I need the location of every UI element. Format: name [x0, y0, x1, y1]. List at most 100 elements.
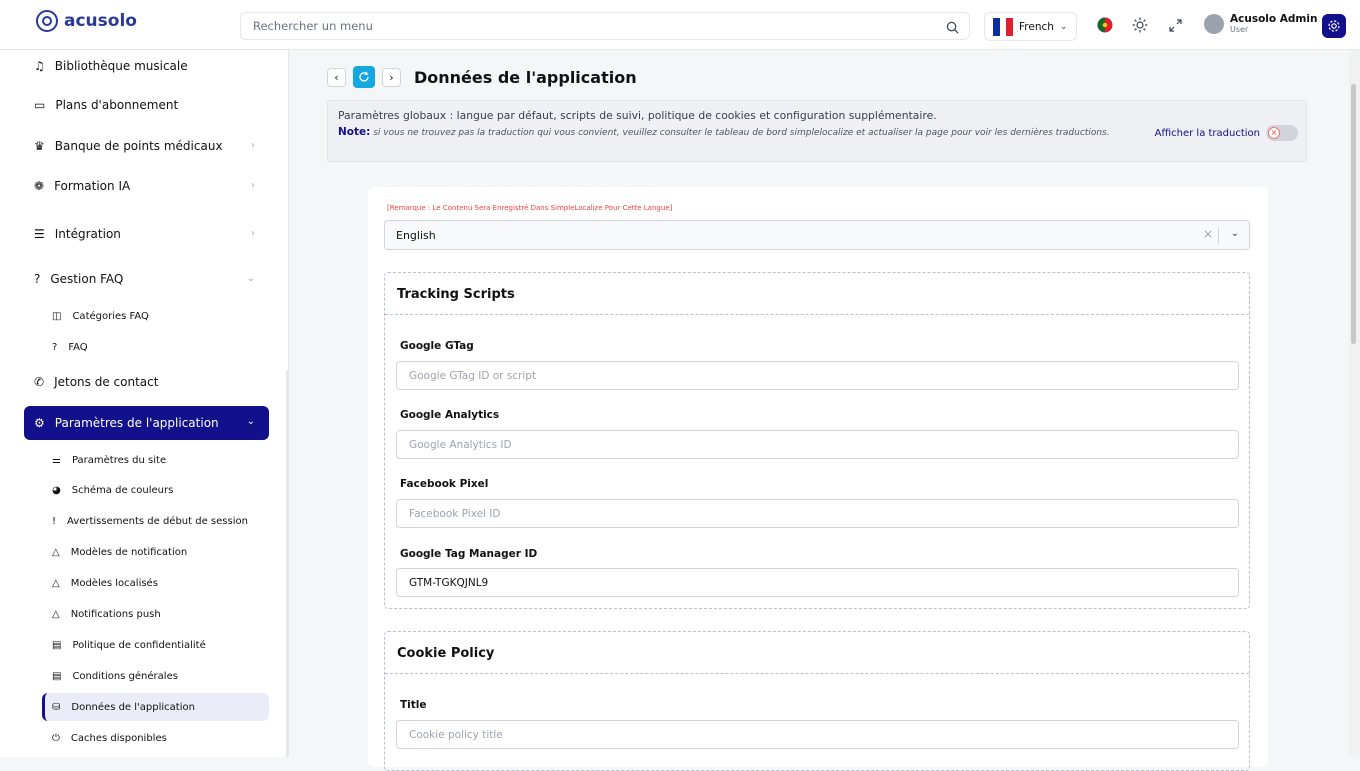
- gtm-input[interactable]: GTM-TGKQJNL9: [396, 568, 1239, 597]
- note-label: Note:: [338, 126, 371, 138]
- page-header: ‹ › Données de l'application: [327, 66, 637, 88]
- chevron-down-icon: ⌄: [246, 273, 255, 284]
- sidebar-item-app-settings[interactable]: ⚙ Paramètres de l'application ⌄: [24, 406, 269, 440]
- tracking-scripts-heading: Tracking Scripts: [385, 273, 1249, 315]
- settings-button[interactable]: [1322, 14, 1346, 38]
- chevron-down-icon: ⌄: [246, 416, 255, 427]
- logo-text: acusolo: [64, 11, 137, 31]
- sidebar-item-subscription-plans[interactable]: ▭ Plans d'abonnement: [24, 89, 269, 121]
- search-icon[interactable]: [946, 19, 959, 38]
- category-icon: ◫: [52, 310, 62, 322]
- document-icon: ▤: [52, 670, 62, 682]
- remark-text: [Remarque : Le Contenu Sera Enregistré D…: [387, 204, 673, 212]
- note-body: si vous ne trouvez pas la traduction qui…: [373, 128, 1110, 138]
- document-icon: ▤: [52, 639, 62, 651]
- chevron-right-icon: ›: [251, 180, 255, 191]
- portugal-flag-icon[interactable]: [1096, 16, 1114, 34]
- sidebar-item-medical-points[interactable]: ♛ Banque de points médicaux ›: [24, 130, 269, 162]
- translation-toggle[interactable]: ×: [1266, 125, 1298, 141]
- chevron-right-icon: ›: [389, 70, 394, 84]
- alert-bubble-icon: !: [52, 515, 57, 527]
- sliders-icon: ☰: [34, 227, 45, 241]
- question-circle-icon: ?: [34, 272, 41, 286]
- clear-icon[interactable]: ×: [1203, 227, 1213, 241]
- sidebar-item-faq[interactable]: ? FAQ: [42, 333, 269, 361]
- sidebar-item-label: Banque de points médicaux: [54, 139, 223, 153]
- language-selector[interactable]: French ⌄: [984, 12, 1077, 41]
- sidebar-item-caches[interactable]: ⏻ Caches disponibles: [42, 724, 269, 752]
- sidebar-item-label: Données de l'application: [71, 701, 195, 713]
- language-label: French: [1019, 20, 1054, 33]
- gear-icon: ⚙: [34, 416, 45, 430]
- sidebar-item-label: Notifications push: [70, 608, 161, 620]
- refresh-button[interactable]: [353, 66, 375, 88]
- fullscreen-icon[interactable]: [1166, 16, 1184, 34]
- sidebar-item-session-warnings[interactable]: ! Avertissements de début de session: [42, 507, 269, 535]
- sidebar-item-label: FAQ: [68, 341, 88, 353]
- chevron-down-icon[interactable]: ⌄: [1231, 228, 1239, 239]
- chevron-down-icon: ⌄: [1059, 21, 1068, 32]
- scrollbar-thumb[interactable]: [1351, 84, 1356, 344]
- avatar: [1204, 14, 1224, 34]
- sidebar-item-app-data[interactable]: ⛁ Données de l'application: [42, 693, 269, 721]
- facebook-pixel-input[interactable]: Facebook Pixel ID: [396, 499, 1239, 528]
- search-bar[interactable]: Rechercher un menu: [240, 12, 970, 40]
- cookie-title-input[interactable]: Cookie policy title: [396, 720, 1239, 749]
- gtm-label: Google Tag Manager ID: [400, 548, 538, 560]
- settings-card: [Remarque : Le Contenu Sera Enregistré D…: [368, 187, 1268, 771]
- phone-icon: ✆: [34, 375, 45, 389]
- sidebar-item-label: Intégration: [54, 227, 121, 241]
- sidebar-item-localized-templates[interactable]: △ Modèles localisés: [42, 569, 269, 597]
- sidebar-item-push-notifications[interactable]: △ Notifications push: [42, 600, 269, 628]
- main-content: ‹ › Données de l'application Paramètres …: [289, 50, 1349, 771]
- sidebar-item-faq-categories[interactable]: ◫ Catégories FAQ: [42, 302, 269, 330]
- logo[interactable]: acusolo: [36, 10, 137, 32]
- user-name: Acusolo Admin: [1230, 13, 1318, 25]
- sidebar-item-notification-templates[interactable]: △ Modèles de notification: [42, 538, 269, 566]
- notice-text: Paramètres globaux : langue par défaut, …: [338, 109, 937, 122]
- sidebar-item-terms[interactable]: ▤ Conditions générales: [42, 662, 269, 690]
- gtag-label: Google GTag: [400, 340, 474, 352]
- sun-icon[interactable]: [1131, 16, 1149, 34]
- sidebar-item-label: Formation IA: [54, 179, 131, 193]
- gear-icon: [1328, 20, 1340, 32]
- logo-icon: [36, 10, 58, 32]
- sidebar: ♫ Bibliothèque musicale ▭ Plans d'abonneme…: [0, 50, 289, 757]
- sidebar-item-label: Plans d'abonnement: [55, 98, 179, 112]
- forward-button[interactable]: ›: [382, 67, 401, 87]
- analytics-input[interactable]: Google Analytics ID: [396, 430, 1239, 459]
- sidebar-item-faq-management[interactable]: ? Gestion FAQ ⌄: [24, 263, 269, 295]
- sidebar-item-site-settings[interactable]: ⚌ Paramètres du site: [42, 446, 269, 474]
- ticket-icon: ▭: [34, 98, 46, 112]
- sidebar-item-label: Jetons de contact: [54, 375, 159, 389]
- analytics-label: Google Analytics: [400, 409, 500, 421]
- show-translation-label: Afficher la traduction: [1154, 127, 1260, 139]
- back-button[interactable]: ‹: [327, 67, 346, 87]
- sidebar-item-label: Catégories FAQ: [72, 310, 149, 322]
- question-circle-icon: ?: [52, 341, 58, 353]
- brain-icon: ❁: [34, 179, 45, 193]
- sidebar-item-contact-tokens[interactable]: ✆ Jetons de contact: [24, 366, 269, 398]
- page-scrollbar[interactable]: [1349, 50, 1360, 757]
- sidebar-item-color-scheme[interactable]: ◕ Schéma de couleurs: [42, 476, 269, 504]
- language-select-value: English: [396, 229, 436, 242]
- power-icon: ⏻: [52, 732, 60, 744]
- toggles-icon: ⚌: [52, 454, 61, 466]
- sidebar-item-ai-training[interactable]: ❁ Formation IA ›: [24, 170, 269, 202]
- gtag-input[interactable]: Google GTag ID or script: [396, 361, 1239, 390]
- sidebar-item-label: Gestion FAQ: [50, 272, 124, 286]
- language-select[interactable]: English × ⌄: [384, 220, 1250, 250]
- sidebar-item-music-library[interactable]: ♫ Bibliothèque musicale: [24, 50, 269, 82]
- chevron-right-icon: ›: [251, 140, 255, 151]
- bell-icon: △: [52, 577, 60, 589]
- user-menu[interactable]: Acusolo Admin User: [1204, 14, 1317, 34]
- sidebar-item-privacy-policy[interactable]: ▤ Politique de confidentialité: [42, 631, 269, 659]
- chevron-left-icon: ‹: [334, 70, 339, 84]
- bell-icon: △: [52, 546, 60, 558]
- database-icon: ⛁: [52, 701, 61, 713]
- sidebar-item-label: Schéma de couleurs: [71, 484, 174, 496]
- sidebar-item-integration[interactable]: ☰ Intégration ›: [24, 218, 269, 250]
- music-note-icon: ♫: [34, 59, 45, 73]
- page-title: Données de l'application: [414, 67, 637, 87]
- sidebar-item-label: Caches disponibles: [70, 732, 167, 744]
